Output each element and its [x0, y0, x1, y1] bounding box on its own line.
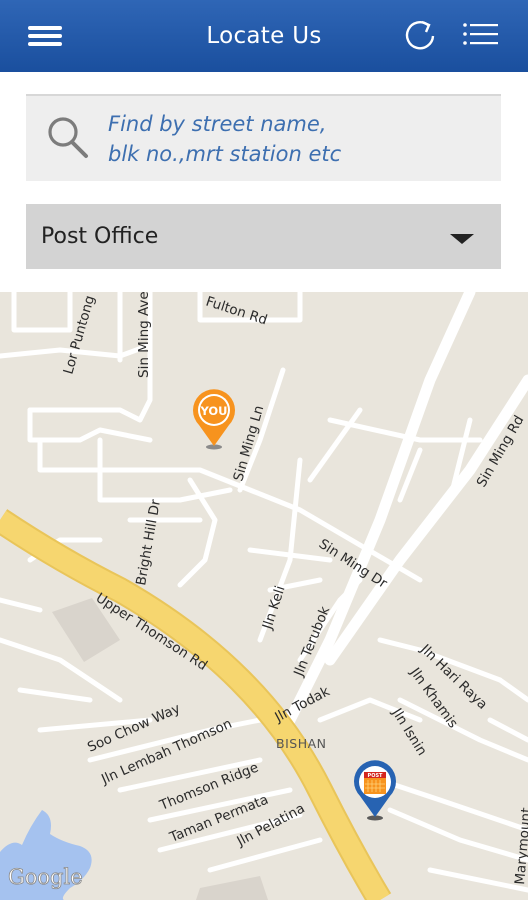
street-label: Lor Puntong: [60, 294, 98, 376]
map-canvas[interactable]: Fulton Rd Lor Puntong Sin Ming Ave Sin M…: [0, 292, 528, 900]
list-icon[interactable]: [458, 14, 502, 58]
street-label: Fulton Rd: [204, 294, 270, 329]
search-input[interactable]: Find by street name, blk no.,mrt station…: [26, 94, 501, 181]
current-location-marker[interactable]: YOU: [193, 389, 235, 450]
building-block: [196, 876, 268, 900]
google-attribution-logo: Google: [8, 865, 83, 889]
area-label: BISHAN: [276, 736, 327, 751]
refresh-icon[interactable]: [398, 14, 442, 58]
street-label: Jln Keli: [259, 584, 288, 632]
page-title: Locate Us: [206, 23, 322, 49]
search-placeholder-line2: blk no.,mrt station etc: [108, 142, 342, 166]
you-marker-label: YOU: [199, 404, 227, 418]
category-dropdown[interactable]: Post Office: [26, 204, 501, 269]
dropdown-arrow-icon: [450, 234, 474, 244]
search-icon: [46, 114, 90, 162]
app-bar: Locate Us: [0, 0, 528, 72]
search-placeholder-line1: Find by street name,: [108, 112, 327, 136]
search-placeholder: Find by street name, blk no.,mrt station…: [108, 109, 488, 169]
street-label: Bright Hill Dr: [133, 498, 164, 587]
post-marker-label: POST: [368, 773, 384, 779]
street-label: Sin Ming Ln: [230, 404, 267, 483]
category-selected: Post Office: [41, 224, 159, 249]
map-view[interactable]: Fulton Rd Lor Puntong Sin Ming Ave Sin M…: [0, 292, 528, 900]
street-label: Marymount: [512, 807, 528, 885]
street-label: Sin Ming Ave: [136, 292, 152, 378]
